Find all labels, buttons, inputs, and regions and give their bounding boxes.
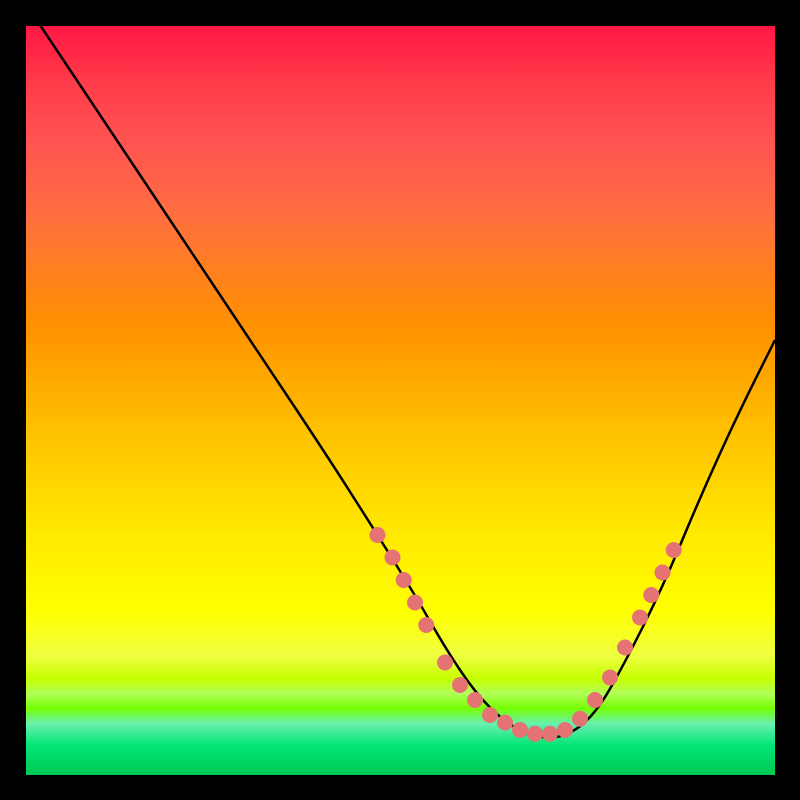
markers-layer xyxy=(370,527,682,742)
data-marker xyxy=(527,726,543,742)
data-marker xyxy=(482,707,498,723)
data-marker xyxy=(632,610,648,626)
chart-svg xyxy=(25,25,775,775)
chart-container: TheBottleneck.com xyxy=(0,0,800,800)
data-marker xyxy=(617,640,633,656)
data-marker xyxy=(497,715,513,731)
bottleneck-curve xyxy=(40,25,775,738)
data-marker xyxy=(666,542,682,558)
data-marker xyxy=(512,722,528,738)
data-marker xyxy=(655,565,671,581)
data-marker xyxy=(385,550,401,566)
watermark-text: TheBottleneck.com xyxy=(591,0,775,23)
data-marker xyxy=(467,692,483,708)
data-marker xyxy=(437,655,453,671)
data-marker xyxy=(643,587,659,603)
data-marker xyxy=(542,726,558,742)
data-marker xyxy=(407,595,423,611)
curve-layer xyxy=(40,25,775,738)
data-marker xyxy=(557,722,573,738)
data-marker xyxy=(452,677,468,693)
data-marker xyxy=(602,670,618,686)
data-marker xyxy=(587,692,603,708)
data-marker xyxy=(396,572,412,588)
data-marker xyxy=(418,617,434,633)
data-marker xyxy=(370,527,386,543)
data-marker xyxy=(572,711,588,727)
